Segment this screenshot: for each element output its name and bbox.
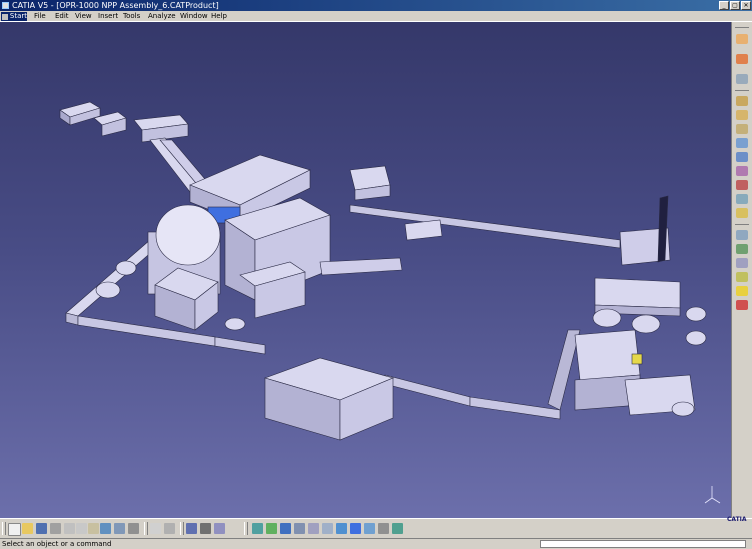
views-icon[interactable] [322, 523, 333, 534]
minimize-button[interactable]: _ [719, 1, 729, 10]
menu-file[interactable]: File [34, 11, 46, 22]
zoom-out-icon[interactable] [294, 523, 305, 534]
update-icon[interactable] [736, 244, 748, 254]
zoom-in-icon[interactable] [280, 523, 291, 534]
menu-start[interactable]: Start [1, 12, 27, 21]
se-building-roof [574, 329, 641, 381]
component-icon[interactable] [736, 124, 748, 134]
cooling-tank-1 [592, 308, 622, 328]
bottom-toolbar [0, 518, 752, 538]
window-controls: _ ▢ ✕ [719, 1, 751, 10]
reorder-icon[interactable] [736, 166, 748, 176]
plant-model[interactable] [0, 22, 731, 518]
manipulate-icon[interactable] [736, 180, 748, 190]
tank-left-1 [95, 281, 121, 299]
whats-this-icon[interactable] [128, 523, 139, 534]
command-input[interactable] [540, 540, 746, 548]
light-icon[interactable] [736, 286, 748, 296]
undo-icon[interactable] [100, 523, 111, 534]
axis-y-icon [704, 497, 713, 504]
print-icon[interactable] [50, 523, 61, 534]
select-icon[interactable] [736, 34, 748, 44]
toolbar-grip[interactable] [180, 522, 184, 535]
new-icon[interactable] [8, 523, 21, 536]
start-icon [2, 13, 8, 20]
cut-icon[interactable] [64, 523, 75, 534]
catalog-icon[interactable] [186, 523, 197, 534]
toolbar-grip[interactable] [144, 522, 148, 535]
pan-icon[interactable] [252, 523, 263, 534]
rotate-icon[interactable] [266, 523, 277, 534]
east-building-1 [594, 277, 681, 309]
part-icon[interactable] [736, 74, 748, 84]
axis-triad [704, 486, 721, 504]
menu-bar: Start File Edit View Insert Tools Analyz… [0, 11, 752, 22]
3d-viewport[interactable] [0, 22, 731, 518]
menu-help[interactable]: Help [211, 11, 227, 22]
copy-icon[interactable] [76, 523, 87, 534]
measure-icon[interactable] [392, 523, 403, 534]
tank-center [224, 317, 246, 331]
normal-view-icon[interactable] [308, 523, 319, 534]
explode-icon[interactable] [736, 300, 748, 310]
measure-icon[interactable] [378, 523, 389, 534]
cooling-tank-3 [685, 306, 707, 322]
cooling-tank-2 [631, 314, 661, 334]
menu-window[interactable]: Window [180, 11, 208, 22]
cooling-tank-4 [685, 330, 707, 346]
containment-dome [155, 204, 221, 266]
perimeter-wall-segment [349, 204, 621, 249]
hide-show-icon[interactable] [350, 523, 361, 534]
constraint-icon[interactable] [736, 230, 748, 240]
fly-icon[interactable] [200, 523, 211, 534]
assembly-icon[interactable] [736, 110, 748, 120]
save-icon[interactable] [36, 523, 47, 534]
swap-visible-icon[interactable] [364, 523, 375, 534]
knowledge-icon[interactable] [164, 523, 175, 534]
tank-left-2 [115, 260, 137, 276]
status-bar: Select an object or a command [0, 538, 752, 549]
toolbar-separator [735, 27, 749, 28]
open-icon[interactable] [22, 523, 33, 534]
menu-analyze[interactable]: Analyze [148, 11, 176, 22]
menu-view[interactable]: View [75, 11, 92, 22]
fix-icon[interactable] [736, 208, 748, 218]
redo-icon[interactable] [114, 523, 125, 534]
right-toolbar [731, 22, 752, 518]
existing-component-icon[interactable] [736, 138, 748, 148]
toolbar-separator [735, 90, 749, 91]
perimeter-wall-segment [384, 374, 471, 407]
sketch-icon[interactable] [736, 54, 748, 64]
status-message: Select an object or a command [2, 540, 112, 548]
formula-icon[interactable] [150, 523, 161, 534]
product-icon[interactable] [736, 96, 748, 106]
yellow-marker [631, 353, 643, 365]
publish-icon[interactable] [736, 272, 748, 282]
toolbar-grip[interactable] [244, 522, 248, 535]
menu-insert[interactable]: Insert [98, 11, 118, 22]
toolbar-grip[interactable] [2, 522, 6, 535]
close-button[interactable]: ✕ [741, 1, 751, 10]
fit-all-icon[interactable] [214, 523, 225, 534]
menu-tools[interactable]: Tools [123, 11, 140, 22]
menu-edit[interactable]: Edit [55, 11, 69, 22]
perimeter-wall-segment [469, 396, 561, 420]
toolbar-separator [735, 224, 749, 225]
catia-app-icon[interactable] [2, 2, 9, 9]
perimeter-wall-segment [214, 336, 266, 355]
axis-x-icon [711, 497, 721, 504]
render-style-icon[interactable] [336, 523, 347, 534]
catia-logo: CATIA [727, 516, 747, 523]
paste-icon[interactable] [88, 523, 99, 534]
title-bar: CATIA V5 - [OPR-1000 NPP Assembly_6.CATP… [0, 0, 752, 11]
intake-conveyor [319, 257, 403, 276]
bill-of-material-icon[interactable] [736, 258, 748, 268]
menu-start-label: Start [9, 12, 27, 20]
replace-icon[interactable] [736, 152, 748, 162]
se-tank [671, 401, 695, 417]
window-title: CATIA V5 - [OPR-1000 NPP Assembly_6.CATP… [12, 1, 219, 10]
snap-icon[interactable] [736, 194, 748, 204]
maximize-button[interactable]: ▢ [730, 1, 740, 10]
small-building [404, 219, 443, 241]
